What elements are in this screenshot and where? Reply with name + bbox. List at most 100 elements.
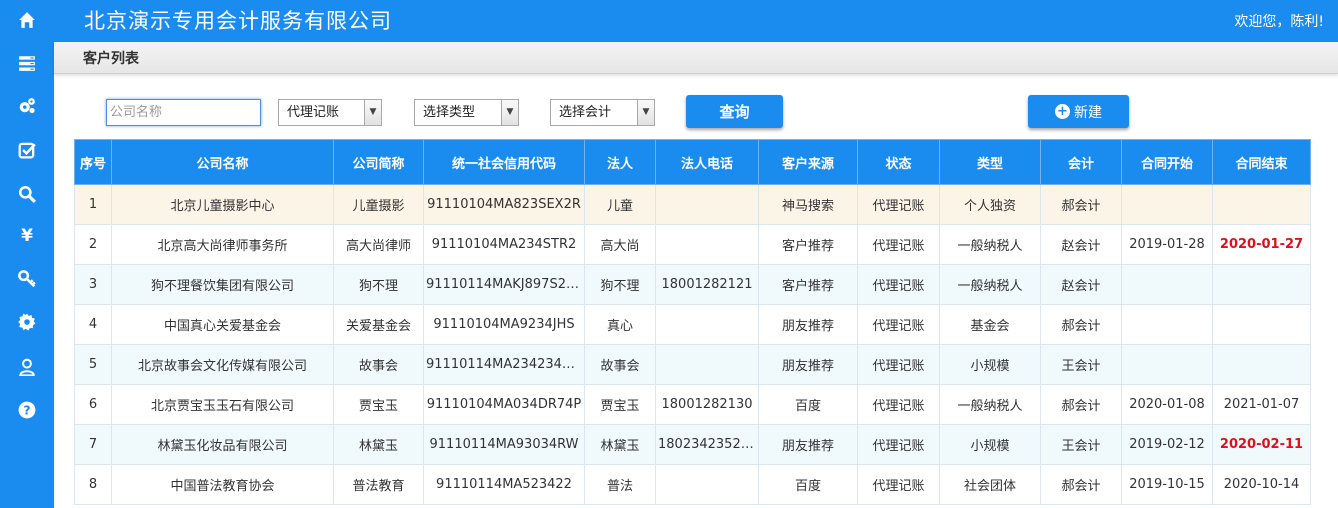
table-cell: 社会团体 xyxy=(939,464,1041,505)
chevron-down-icon: ▼ xyxy=(637,100,654,125)
table-cell: 一般纳税人 xyxy=(939,224,1041,265)
table-cell: 代理记账 xyxy=(857,304,940,345)
table-cell: 林黛玉 xyxy=(333,424,424,465)
table-cell: 故事会 xyxy=(584,344,656,385)
agency-select-value: 代理记账 xyxy=(287,105,340,120)
table-cell: 1 xyxy=(74,184,112,225)
table-cell: 91110104MA034DR74P xyxy=(423,384,585,425)
table-row[interactable]: 5 北京故事会文化传媒有限公司 故事会 91110114MA234234W... 故事会… xyxy=(74,344,1311,385)
table-cell: 高大尚 xyxy=(584,224,656,265)
type-select[interactable]: 选择类型 ▼ xyxy=(414,99,519,126)
table-cell: 郝会计 xyxy=(1040,304,1122,345)
table-cell xyxy=(655,224,759,265)
table-cell: 狗不理 xyxy=(584,264,656,305)
table-cell xyxy=(655,344,759,385)
new-button-label: 新建 xyxy=(1074,104,1102,121)
column-header: 合同结束 xyxy=(1212,139,1311,185)
table-cell: 2 xyxy=(74,224,112,265)
table-cell: 2020-01-27 xyxy=(1212,224,1311,265)
column-header: 类型 xyxy=(939,139,1041,185)
table-cell: 百度 xyxy=(758,384,858,425)
table-cell: 基金会 xyxy=(939,304,1041,345)
table-cell: 北京高大尚律师事务所 xyxy=(111,224,334,265)
table-row[interactable]: 3 狗不理餐饮集团有限公司 狗不理 91110114MAKJ897S24R 狗不理 180… xyxy=(74,264,1311,305)
user-icon[interactable] xyxy=(0,352,54,382)
cogs-icon[interactable] xyxy=(0,91,54,121)
query-button[interactable]: 查询 xyxy=(686,95,783,128)
company-name-input[interactable] xyxy=(106,99,261,126)
table-cell: 7 xyxy=(74,424,112,465)
table-row[interactable]: 7 林黛玉化妆品有限公司 林黛玉 91110114MA93034RW 林黛玉 180234… xyxy=(74,424,1311,465)
agency-select[interactable]: 代理记账 ▼ xyxy=(278,99,382,126)
page-title: 客户列表 xyxy=(83,51,139,67)
table-cell: 郝会计 xyxy=(1040,384,1122,425)
table-cell: 故事会 xyxy=(333,344,424,385)
table-cell: 91110114MA93034RW xyxy=(423,424,585,465)
key-icon[interactable] xyxy=(0,264,54,294)
table-cell: 4 xyxy=(74,304,112,345)
table-cell: 代理记账 xyxy=(857,344,940,385)
welcome-text[interactable]: 欢迎您，陈利! xyxy=(1234,11,1324,31)
chevron-down-icon: ▼ xyxy=(501,100,518,125)
table-cell: 18023423523... xyxy=(655,424,759,465)
table-cell xyxy=(1121,344,1213,385)
table-cell: 真心 xyxy=(584,304,656,345)
table-cell: 18001282121 xyxy=(655,264,759,305)
table-cell: 8 xyxy=(74,464,112,505)
chevron-down-icon: ▼ xyxy=(364,100,381,125)
table-cell xyxy=(655,184,759,225)
table-cell: 代理记账 xyxy=(857,264,940,305)
table-cell: 百度 xyxy=(758,464,858,505)
check-icon[interactable] xyxy=(0,135,54,165)
table-row[interactable]: 1 北京儿童摄影中心 儿童摄影 91110104MA823SEX2R 儿童 神马搜索 代理记… xyxy=(74,184,1311,225)
help-icon[interactable]: ? xyxy=(0,395,54,425)
new-button[interactable]: + 新建 xyxy=(1028,95,1129,128)
table-cell: 狗不理 xyxy=(333,264,424,305)
table-row[interactable]: 8 中国普法教育协会 普法教育 91110114MA523422 普法 百度 代理记账 社会团… xyxy=(74,464,1311,505)
yen-icon[interactable]: ¥ xyxy=(0,221,54,251)
table-cell: 一般纳税人 xyxy=(939,264,1041,305)
table-cell: 赵会计 xyxy=(1040,264,1122,305)
table-cell: 2019-10-15 xyxy=(1121,464,1213,505)
table-cell: 代理记账 xyxy=(857,424,940,465)
table-cell: 朋友推荐 xyxy=(758,424,858,465)
table-cell: 高大尚律师 xyxy=(333,224,424,265)
table-cell: 2019-02-12 xyxy=(1121,424,1213,465)
table-cell: 91110104MA9234JHS xyxy=(423,304,585,345)
table-cell: 5 xyxy=(74,344,112,385)
table-cell: 3 xyxy=(74,264,112,305)
column-header: 法人电话 xyxy=(655,139,759,185)
company-title: 北京演示专用会计服务有限公司 xyxy=(84,9,392,33)
table-cell: 代理记账 xyxy=(857,224,940,265)
accountant-select[interactable]: 选择会计 ▼ xyxy=(550,99,655,126)
table-cell: 儿童摄影 xyxy=(333,184,424,225)
table-cell: 18001282130 xyxy=(655,384,759,425)
table-cell: 代理记账 xyxy=(857,384,940,425)
table-cell: 91110114MAKJ897S24R xyxy=(423,264,585,305)
table-cell: 林黛玉 xyxy=(584,424,656,465)
table-cell: 狗不理餐饮集团有限公司 xyxy=(111,264,334,305)
table-cell: 91110104MA823SEX2R xyxy=(423,184,585,225)
table-cell xyxy=(1121,184,1213,225)
column-header: 统一社会信用代码 xyxy=(423,139,585,185)
table-row[interactable]: 2 北京高大尚律师事务所 高大尚律师 91110104MA234STR2 高大尚 客户推荐… xyxy=(74,224,1311,265)
table-cell: 关爱基金会 xyxy=(333,304,424,345)
table-cell: 林黛玉化妆品有限公司 xyxy=(111,424,334,465)
search-icon[interactable] xyxy=(0,179,54,209)
svg-text:?: ? xyxy=(23,404,30,418)
table-cell: 儿童 xyxy=(584,184,656,225)
home-icon[interactable] xyxy=(0,5,54,35)
list-icon[interactable] xyxy=(0,48,54,78)
breadcrumb-bar: 客户列表 xyxy=(54,42,1338,74)
table-row[interactable]: 6 北京贾宝玉玉石有限公司 贾宝玉 91110104MA034DR74P 贾宝玉 1800… xyxy=(74,384,1311,425)
table-cell: 贾宝玉 xyxy=(333,384,424,425)
table-cell: 代理记账 xyxy=(857,464,940,505)
gear-icon[interactable] xyxy=(0,307,54,337)
plus-circle-icon: + xyxy=(1055,104,1070,119)
table-cell: 赵会计 xyxy=(1040,224,1122,265)
table-row[interactable]: 4 中国真心关爱基金会 关爱基金会 91110104MA9234JHS 真心 朋友推荐 代理… xyxy=(74,304,1311,345)
table-cell: 一般纳税人 xyxy=(939,384,1041,425)
table-cell: 91110104MA234STR2 xyxy=(423,224,585,265)
table-cell: 2019-01-28 xyxy=(1121,224,1213,265)
table-cell: 中国普法教育协会 xyxy=(111,464,334,505)
